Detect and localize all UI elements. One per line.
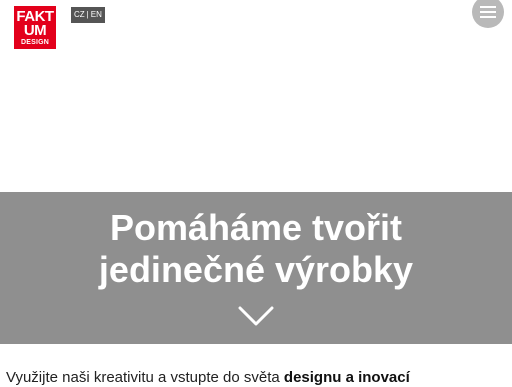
language-cz-link[interactable]: CZ xyxy=(74,7,85,23)
intro-bold-text: designu a inovací xyxy=(283,369,410,386)
menu-bar-middle xyxy=(480,11,496,13)
language-switcher: CZ | EN xyxy=(71,7,105,23)
hero-title-line-1: Pomáháme tvořit xyxy=(109,207,403,248)
intro-paragraph: Využijte naši kreativitu a vstupte do sv… xyxy=(6,369,512,387)
menu-bar-bottom xyxy=(480,16,496,18)
language-en-link[interactable]: EN xyxy=(91,7,102,23)
site-header: FAKT UM DESIGN CZ | EN xyxy=(0,0,512,60)
hero-title-line-2: jedinečné výrobky xyxy=(98,249,414,290)
logo-line-2: UM xyxy=(23,21,47,39)
logo-line-3: DESIGN xyxy=(20,38,50,46)
intro-text: Využijte naši kreativitu a vstupte do sv… xyxy=(6,369,284,386)
faktum-design-logo[interactable]: FAKT UM DESIGN xyxy=(14,6,56,49)
chevron-down-icon[interactable] xyxy=(238,305,274,327)
hero-title: Pomáháme tvořit jedinečné výrobky xyxy=(0,207,512,291)
menu-bar-top xyxy=(480,6,496,8)
hamburger-menu-icon[interactable] xyxy=(472,0,504,28)
